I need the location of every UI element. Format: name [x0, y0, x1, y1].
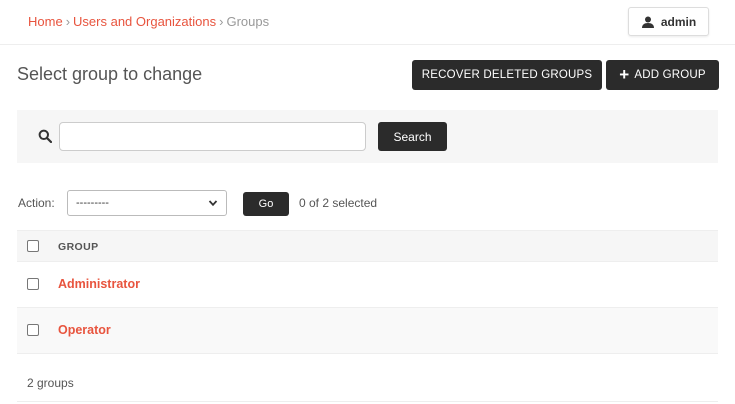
top-bar: Home › Users and Organizations › Groups admi…	[0, 0, 735, 45]
add-group-label: ADD GROUP	[634, 69, 706, 81]
table-row: Administrator	[17, 262, 718, 308]
user-icon	[641, 16, 654, 28]
results-table: GROUP Administrator Operator	[17, 230, 718, 354]
search-button[interactable]: Search	[378, 122, 447, 151]
user-menu-label: admin	[660, 14, 697, 29]
table-header: GROUP	[17, 230, 718, 262]
add-group-button[interactable]: + ADD GROUP	[606, 60, 719, 90]
select-all-checkbox[interactable]	[27, 240, 39, 252]
action-select[interactable]: ---------	[67, 190, 227, 216]
row-checkbox[interactable]	[27, 278, 39, 290]
breadcrumb: Home › Users and Organizations › Groups	[28, 14, 269, 29]
breadcrumb-current: Groups	[226, 14, 270, 29]
breadcrumb-separator: ›	[219, 14, 224, 29]
table-row: Operator	[17, 308, 718, 354]
breadcrumb-home-link[interactable]: Home	[28, 14, 63, 29]
breadcrumb-separator: ›	[65, 14, 71, 29]
user-menu-button[interactable]: admin	[628, 7, 709, 36]
search-input[interactable]	[59, 122, 366, 151]
row-checkbox[interactable]	[27, 324, 39, 336]
action-label: Action:	[18, 196, 55, 210]
group-link[interactable]: Administrator	[58, 277, 140, 291]
breadcrumb-users-orgs-link[interactable]: Users and Organizations	[73, 14, 216, 29]
selected-count: 0 of 2 selected	[299, 196, 378, 210]
plus-icon: +	[619, 65, 630, 84]
group-link[interactable]: Operator	[58, 323, 111, 337]
chevron-down-icon	[208, 200, 218, 207]
action-select-value: ---------	[76, 197, 109, 209]
result-count-text: 2 groups	[27, 376, 74, 390]
search-icon	[38, 129, 52, 143]
page-title: Select group to change	[17, 64, 203, 84]
go-button[interactable]: Go	[243, 192, 289, 216]
result-count: 2 groups	[17, 362, 718, 402]
recover-deleted-groups-button[interactable]: RECOVER DELETED GROUPS	[412, 60, 602, 90]
column-header-group[interactable]: GROUP	[58, 241, 99, 253]
